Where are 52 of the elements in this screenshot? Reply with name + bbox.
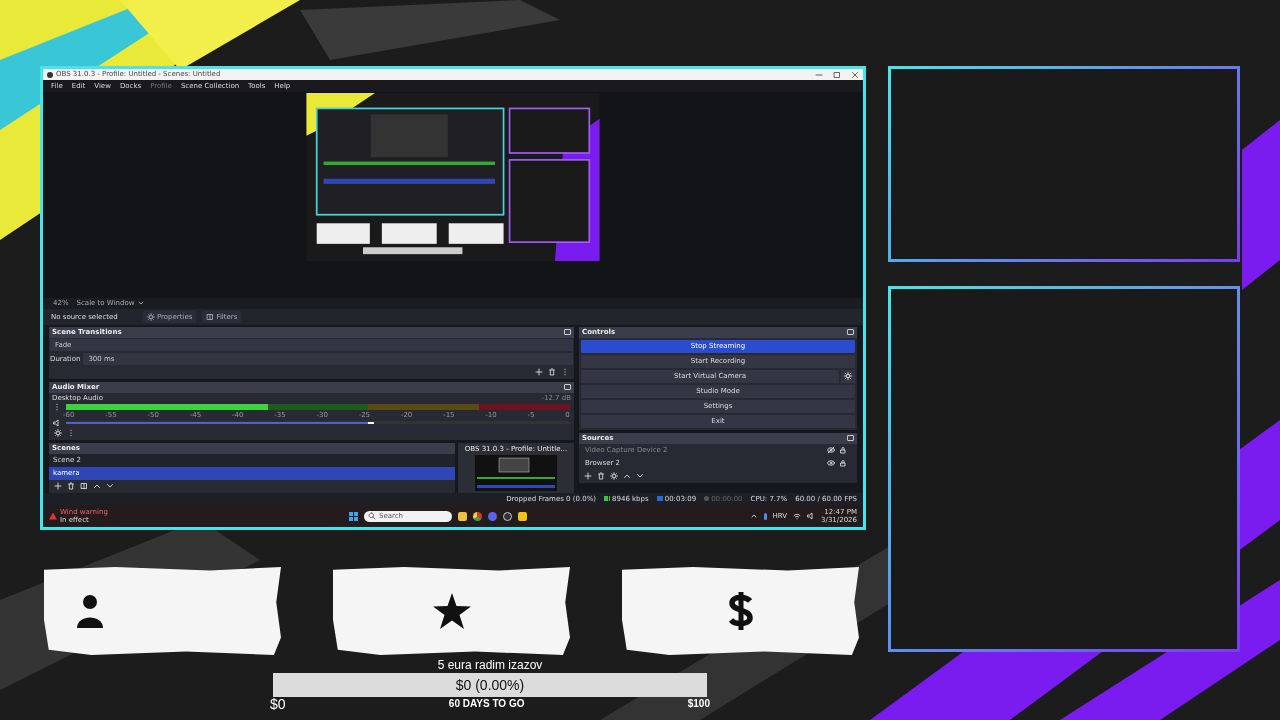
- app-logo-icon: [47, 71, 53, 78]
- chat-app-icon[interactable]: [488, 511, 497, 521]
- warning-icon[interactable]: [49, 512, 57, 520]
- signal-icon: [604, 496, 611, 502]
- trash-icon[interactable]: [67, 482, 75, 491]
- speaker-icon[interactable]: [53, 418, 61, 427]
- goal-progress-text: $0 (0.00%): [455, 677, 525, 693]
- gear-icon: [147, 312, 155, 321]
- visibility-icon[interactable]: [827, 459, 835, 468]
- more-icon[interactable]: [67, 429, 75, 438]
- filter-icon: [206, 312, 215, 321]
- undock-icon[interactable]: [564, 329, 571, 336]
- up-icon[interactable]: [93, 482, 101, 491]
- app-icon[interactable]: [518, 511, 527, 521]
- recorder-app-icon[interactable]: [503, 511, 512, 521]
- folder-icon[interactable]: [458, 511, 467, 521]
- add-icon[interactable]: [54, 482, 62, 491]
- settings-icon[interactable]: [841, 369, 855, 383]
- add-icon[interactable]: [584, 472, 592, 481]
- gear-icon[interactable]: [610, 472, 618, 481]
- lock-icon[interactable]: [839, 459, 847, 468]
- lock-icon[interactable]: [839, 446, 847, 455]
- microphone-icon[interactable]: [763, 512, 767, 520]
- wifi-icon[interactable]: [793, 512, 802, 520]
- undock-icon[interactable]: [847, 329, 854, 336]
- browser-icon[interactable]: [473, 511, 482, 521]
- record-icon: [704, 496, 710, 502]
- more-icon[interactable]: [561, 368, 569, 377]
- undock-icon[interactable]: [564, 384, 571, 391]
- visibility-icon[interactable]: [827, 446, 835, 455]
- maximize-icon[interactable]: [833, 70, 841, 79]
- trash-icon[interactable]: [548, 368, 556, 377]
- start-icon[interactable]: [349, 511, 358, 521]
- stream-icon: [656, 496, 663, 502]
- days-left: 60 DAYS TO GO: [448, 697, 525, 711]
- filter-icon[interactable]: [80, 482, 88, 491]
- gear-icon[interactable]: [54, 429, 62, 438]
- volume-slider[interactable]: [66, 421, 570, 425]
- person-icon: [76, 594, 104, 628]
- add-icon[interactable]: [535, 368, 543, 377]
- volume-icon[interactable]: [807, 512, 816, 520]
- goal-title: 5 eura radim izazov: [437, 657, 543, 673]
- close-icon[interactable]: [851, 70, 859, 79]
- undock-icon[interactable]: [847, 435, 854, 442]
- search-icon: [368, 512, 376, 520]
- star-icon: [432, 593, 471, 629]
- goal-target-amount: $100: [687, 697, 710, 711]
- goal-start-amount: $0: [270, 697, 286, 711]
- more-icon[interactable]: [53, 402, 61, 411]
- chevron-up-icon[interactable]: [749, 512, 758, 520]
- up-icon[interactable]: [623, 472, 631, 481]
- trash-icon[interactable]: [597, 472, 605, 481]
